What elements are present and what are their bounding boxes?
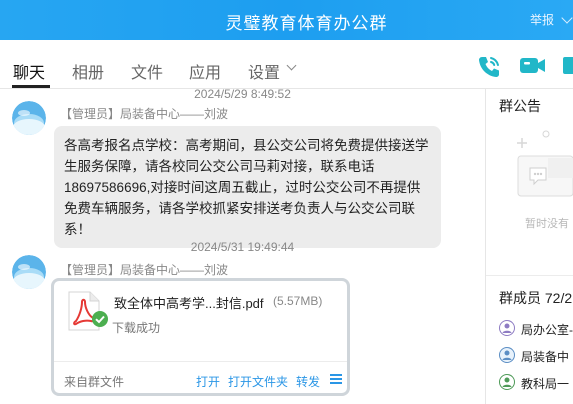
file-source: 来自群文件 (64, 375, 125, 389)
avatar[interactable] (12, 101, 46, 135)
chat-panel: 2024/5/29 8:49:52 【管理员】局装备中心——刘波 各高考报名点学… (0, 89, 485, 404)
tab-apps[interactable]: 应用 (189, 59, 221, 83)
file-name[interactable]: 致全体中高考学...封信.pdf (114, 293, 264, 312)
members-title[interactable]: 群成员 72/2 (499, 288, 572, 308)
file-card-divider (54, 361, 347, 362)
message-timestamp: 2024/5/29 8:49:52 (194, 89, 291, 101)
sender-name[interactable]: 【管理员】局装备中心——刘波 (60, 261, 228, 278)
title-bar: 灵璧教育体育办公群 举报 (0, 0, 573, 40)
screen-share-icon[interactable] (562, 55, 573, 79)
forward-button[interactable]: 转发 (296, 373, 320, 390)
message-timestamp: 2024/5/31 19:49:44 (190, 240, 295, 254)
announcement-empty-text: 暂时没有 (525, 218, 569, 230)
open-button[interactable]: 打开 (196, 373, 220, 390)
window-title: 灵璧教育体育办公群 (225, 14, 388, 33)
member-name: 教科局一 (521, 377, 570, 391)
menu-icon[interactable] (330, 374, 342, 386)
group-member-icon (499, 347, 515, 363)
file-card[interactable]: 致全体中高考学...封信.pdf (5.57MB) 下载成功 来自群文件 打开 … (51, 278, 350, 396)
report-link[interactable]: 举报 (530, 11, 554, 28)
tab-settings[interactable]: 设置 (248, 59, 280, 83)
member-name: 局装备中 (521, 350, 570, 364)
open-folder-button[interactable]: 打开文件夹 (228, 373, 288, 390)
member-item[interactable]: 教科局一 (499, 373, 573, 393)
message-bubble: 各高考报名点学校：高考期间，县公交公司将免费提供接送学生服务保障，请各校同公交公… (54, 126, 441, 248)
tab-chat[interactable]: 聊天 (13, 59, 45, 83)
tab-album[interactable]: 相册 (72, 59, 104, 83)
tab-files[interactable]: 文件 (131, 59, 163, 83)
video-call-icon[interactable] (519, 55, 547, 77)
check-icon (92, 311, 108, 327)
member-item[interactable]: 局办公室- (499, 319, 573, 339)
phone-call-icon[interactable] (476, 54, 502, 80)
file-size: (5.57MB) (273, 294, 323, 308)
empty-announcement-icon (517, 130, 573, 197)
panel-divider (485, 88, 486, 404)
sidebar-divider (486, 275, 573, 276)
avatar[interactable] (12, 255, 46, 289)
download-status: 下载成功 (112, 321, 161, 335)
member-name: 局办公室- (521, 323, 573, 337)
group-member-icon (499, 374, 515, 390)
member-item[interactable]: 局装备中 (499, 346, 573, 366)
sender-name[interactable]: 【管理员】局装备中心——刘波 (60, 105, 228, 122)
group-member-icon (499, 320, 515, 336)
announcement-title[interactable]: 群公告 (499, 96, 541, 116)
